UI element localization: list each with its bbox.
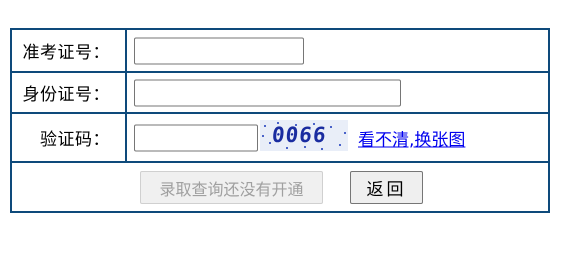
captcha-noise-dot	[264, 125, 266, 127]
id-number-input[interactable]	[134, 79, 401, 106]
captcha-text: 0066	[270, 123, 328, 147]
captcha-label: 验证码：	[12, 114, 127, 161]
refresh-captcha-link[interactable]: 看不清,换张图	[358, 125, 465, 150]
captcha-cell: 0066 看不清,换张图	[127, 114, 548, 161]
query-form: 准考证号： 身份证号： 验证码： 0066 看不清,换张图 录取查询还没有开通 …	[10, 28, 550, 213]
captcha-row: 验证码： 0066 看不清,换张图	[12, 114, 548, 163]
actions-row: 录取查询还没有开通 返回	[12, 163, 548, 211]
captcha-input[interactable]	[134, 124, 258, 151]
captcha-noise-dot	[321, 148, 323, 150]
captcha-noise-dot	[344, 132, 346, 134]
ticket-number-row: 准考证号：	[12, 30, 548, 73]
ticket-number-label: 准考证号：	[12, 30, 127, 71]
captcha-noise-dot	[330, 126, 332, 128]
captcha-noise-dot	[339, 144, 341, 146]
id-number-label: 身份证号：	[12, 73, 127, 112]
captcha-noise-dot	[286, 147, 288, 149]
query-button[interactable]: 录取查询还没有开通	[140, 171, 323, 204]
back-button[interactable]: 返回	[350, 171, 423, 204]
id-number-row: 身份证号：	[12, 73, 548, 114]
captcha-noise-dot	[262, 135, 264, 137]
captcha-image[interactable]: 0066	[260, 120, 348, 151]
ticket-number-input[interactable]	[134, 37, 304, 64]
id-number-cell	[127, 73, 548, 112]
ticket-number-cell	[127, 30, 548, 71]
